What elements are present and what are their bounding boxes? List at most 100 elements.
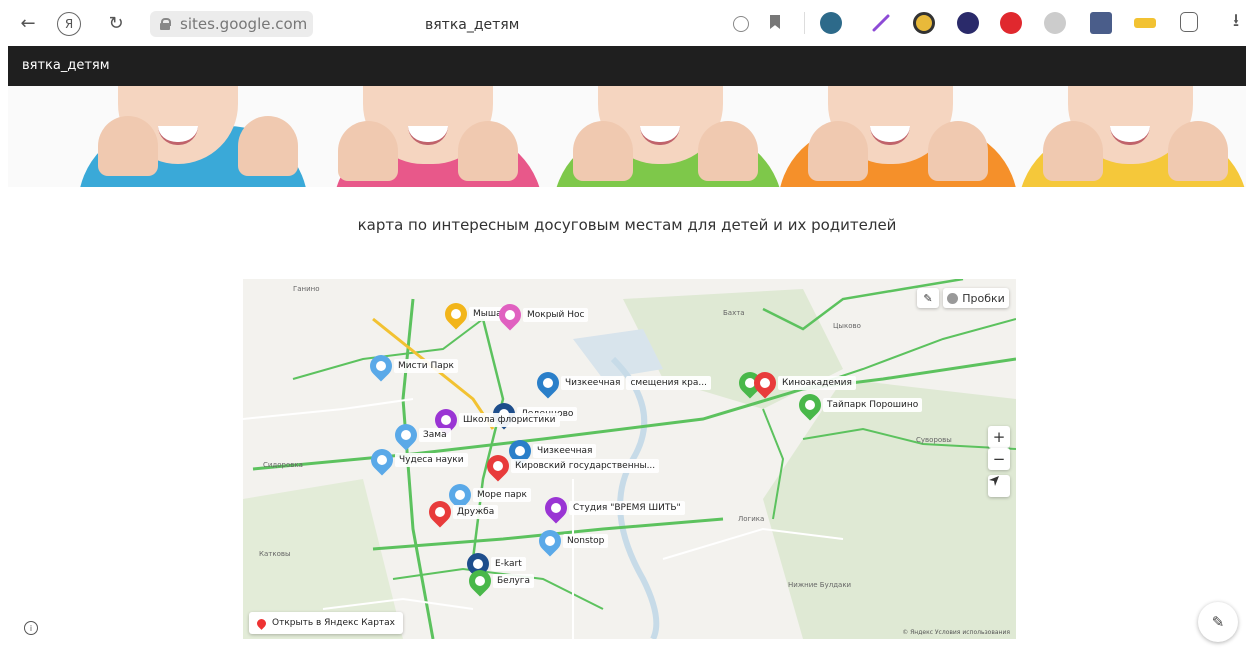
pen-extension-icon[interactable] [870, 12, 892, 34]
place-label: Цыково [833, 322, 861, 330]
map-pin-icon [534, 525, 566, 557]
map-pin-icon [365, 350, 397, 382]
yandex-icon[interactable]: Я [57, 12, 81, 36]
zoom-out-button[interactable]: − [988, 448, 1010, 470]
lock-icon [160, 18, 171, 30]
info-icon[interactable]: i [24, 621, 38, 635]
map-marker[interactable]: Nonstop [534, 525, 609, 557]
marker-label: Мокрый Нос [523, 308, 589, 322]
back-icon[interactable]: ← [16, 11, 40, 35]
map-marker[interactable]: Тайпарк Порошино [794, 389, 923, 421]
map-pin-icon [482, 450, 514, 482]
marker-label: Зама [419, 428, 451, 442]
vk-extension-icon[interactable] [957, 12, 979, 34]
site-header: вятка_детям [8, 46, 1246, 86]
map-marker[interactable]: Кировский государственны... [482, 450, 660, 482]
battery-extension-icon[interactable] [1134, 18, 1156, 28]
place-label: Катковы [259, 550, 291, 558]
traffic-button[interactable]: Пробки [943, 288, 1009, 308]
marker-label: Море парк [473, 488, 531, 502]
place-label: Суворовы [916, 436, 952, 444]
toolbar-divider [804, 12, 805, 34]
pinterest-extension-icon[interactable] [1000, 12, 1022, 34]
map-marker[interactable]: Мыша [440, 298, 506, 330]
map-copyright[interactable]: © Яндекс Условия использования [902, 629, 1010, 636]
ruler-icon[interactable]: ✎ [917, 288, 939, 308]
address-text: sites.google.com [180, 15, 308, 33]
open-yandex-maps-button[interactable]: Открыть в Яндекс Картах [249, 612, 403, 634]
marker-label: Школа флористики [459, 413, 560, 427]
marker-label: Чизкеечная [561, 376, 625, 390]
child-5-hand [1043, 121, 1103, 181]
bookmark-icon[interactable] [770, 15, 780, 29]
map-pin-icon [464, 565, 496, 597]
edit-icon[interactable]: ✎ [1198, 602, 1238, 642]
map-pin-icon [440, 298, 472, 330]
child-3-hand [698, 121, 758, 181]
child-1-hand [98, 116, 158, 176]
reload-icon[interactable]: ↻ [104, 11, 128, 35]
map-marker[interactable]: Чизкеечная смещения кра... [532, 367, 711, 399]
map-marker[interactable]: Мисти Парк [365, 350, 458, 382]
marker-label: Киноакадемия [778, 376, 856, 390]
download-icon[interactable]: ⭳ [1224, 10, 1248, 35]
map-pin-icon [749, 367, 781, 399]
marker-label: E-kart [491, 557, 526, 571]
shield-extension-icon[interactable] [820, 12, 842, 34]
place-label: Логика [738, 515, 765, 523]
place-label: Нижние Булдаки [788, 581, 852, 589]
child-1-hand [238, 116, 298, 176]
search-icon[interactable] [733, 16, 749, 32]
map-pin-icon [424, 496, 456, 528]
place-label: Ганино [293, 285, 320, 293]
map-marker[interactable]: Белуга [464, 565, 535, 597]
map-pin-icon [494, 299, 526, 331]
place-label: Сидоровка [263, 461, 303, 469]
child-5-hand [1168, 121, 1228, 181]
open-yandex-label: Открыть в Яндекс Картах [272, 618, 395, 628]
marker-label: Мисти Парк [394, 359, 458, 373]
yandex-map[interactable]: Ганино Бахта Цыково Сидоровка Суворовы К… [243, 279, 1016, 639]
marker-label: Nonstop [563, 534, 609, 548]
map-pin-icon [794, 389, 826, 421]
yandex-pin-icon [255, 616, 268, 630]
map-pin-icon [390, 419, 422, 451]
map-pin-icon [532, 367, 564, 399]
map-marker[interactable]: Студия "ВРЕМЯ ШИТЬ" [540, 492, 685, 524]
marker-label: Студия "ВРЕМЯ ШИТЬ" [569, 501, 685, 515]
browser-toolbar: ← Я ↻ sites.google.com вятка_детям ⭳ [0, 0, 1254, 46]
map-heading: карта по интересным досуговым местам для… [357, 216, 897, 234]
profile-extension-icon[interactable] [1180, 12, 1198, 32]
map-pin-icon [540, 492, 572, 524]
place-label: Бахта [723, 309, 745, 317]
traffic-icon [947, 292, 959, 304]
marker-label: Дружба [453, 505, 499, 519]
map-marker[interactable]: Зама [390, 419, 451, 451]
map-marker[interactable]: Киноакадемия [749, 367, 856, 399]
marker-label: Кировский государственны... [511, 459, 660, 473]
child-2-hand [338, 121, 398, 181]
map-marker[interactable]: Мокрый Нос [494, 299, 589, 331]
zoom-in-button[interactable]: + [988, 426, 1010, 448]
map-marker[interactable]: Дружба [424, 496, 499, 528]
marker-label: Белуга [493, 574, 535, 588]
child-4-hand [808, 121, 868, 181]
page-title: вятка_детям [425, 17, 520, 33]
site-name[interactable]: вятка_детям [22, 58, 110, 73]
child-4-hand [928, 121, 988, 181]
globe-extension-icon[interactable] [1044, 12, 1066, 34]
marker-label: Тайпарк Порошино [823, 398, 923, 412]
child-2-hand [458, 121, 518, 181]
map-pin-icon [366, 444, 398, 476]
traffic-label: Пробки [962, 291, 1005, 305]
address-bar[interactable]: sites.google.com [150, 11, 313, 37]
marker-label: Чудеса науки [395, 453, 468, 467]
child-3-hand [573, 121, 633, 181]
marker-label: смещения кра... [626, 376, 711, 390]
map-marker[interactable]: Школа флористики [430, 404, 560, 436]
map-marker[interactable]: Чудеса науки [366, 444, 468, 476]
dots-extension-icon[interactable] [1090, 12, 1112, 34]
banner-image [8, 86, 1246, 187]
geolocation-icon[interactable] [988, 475, 1010, 497]
coin-extension-icon[interactable] [913, 12, 935, 34]
